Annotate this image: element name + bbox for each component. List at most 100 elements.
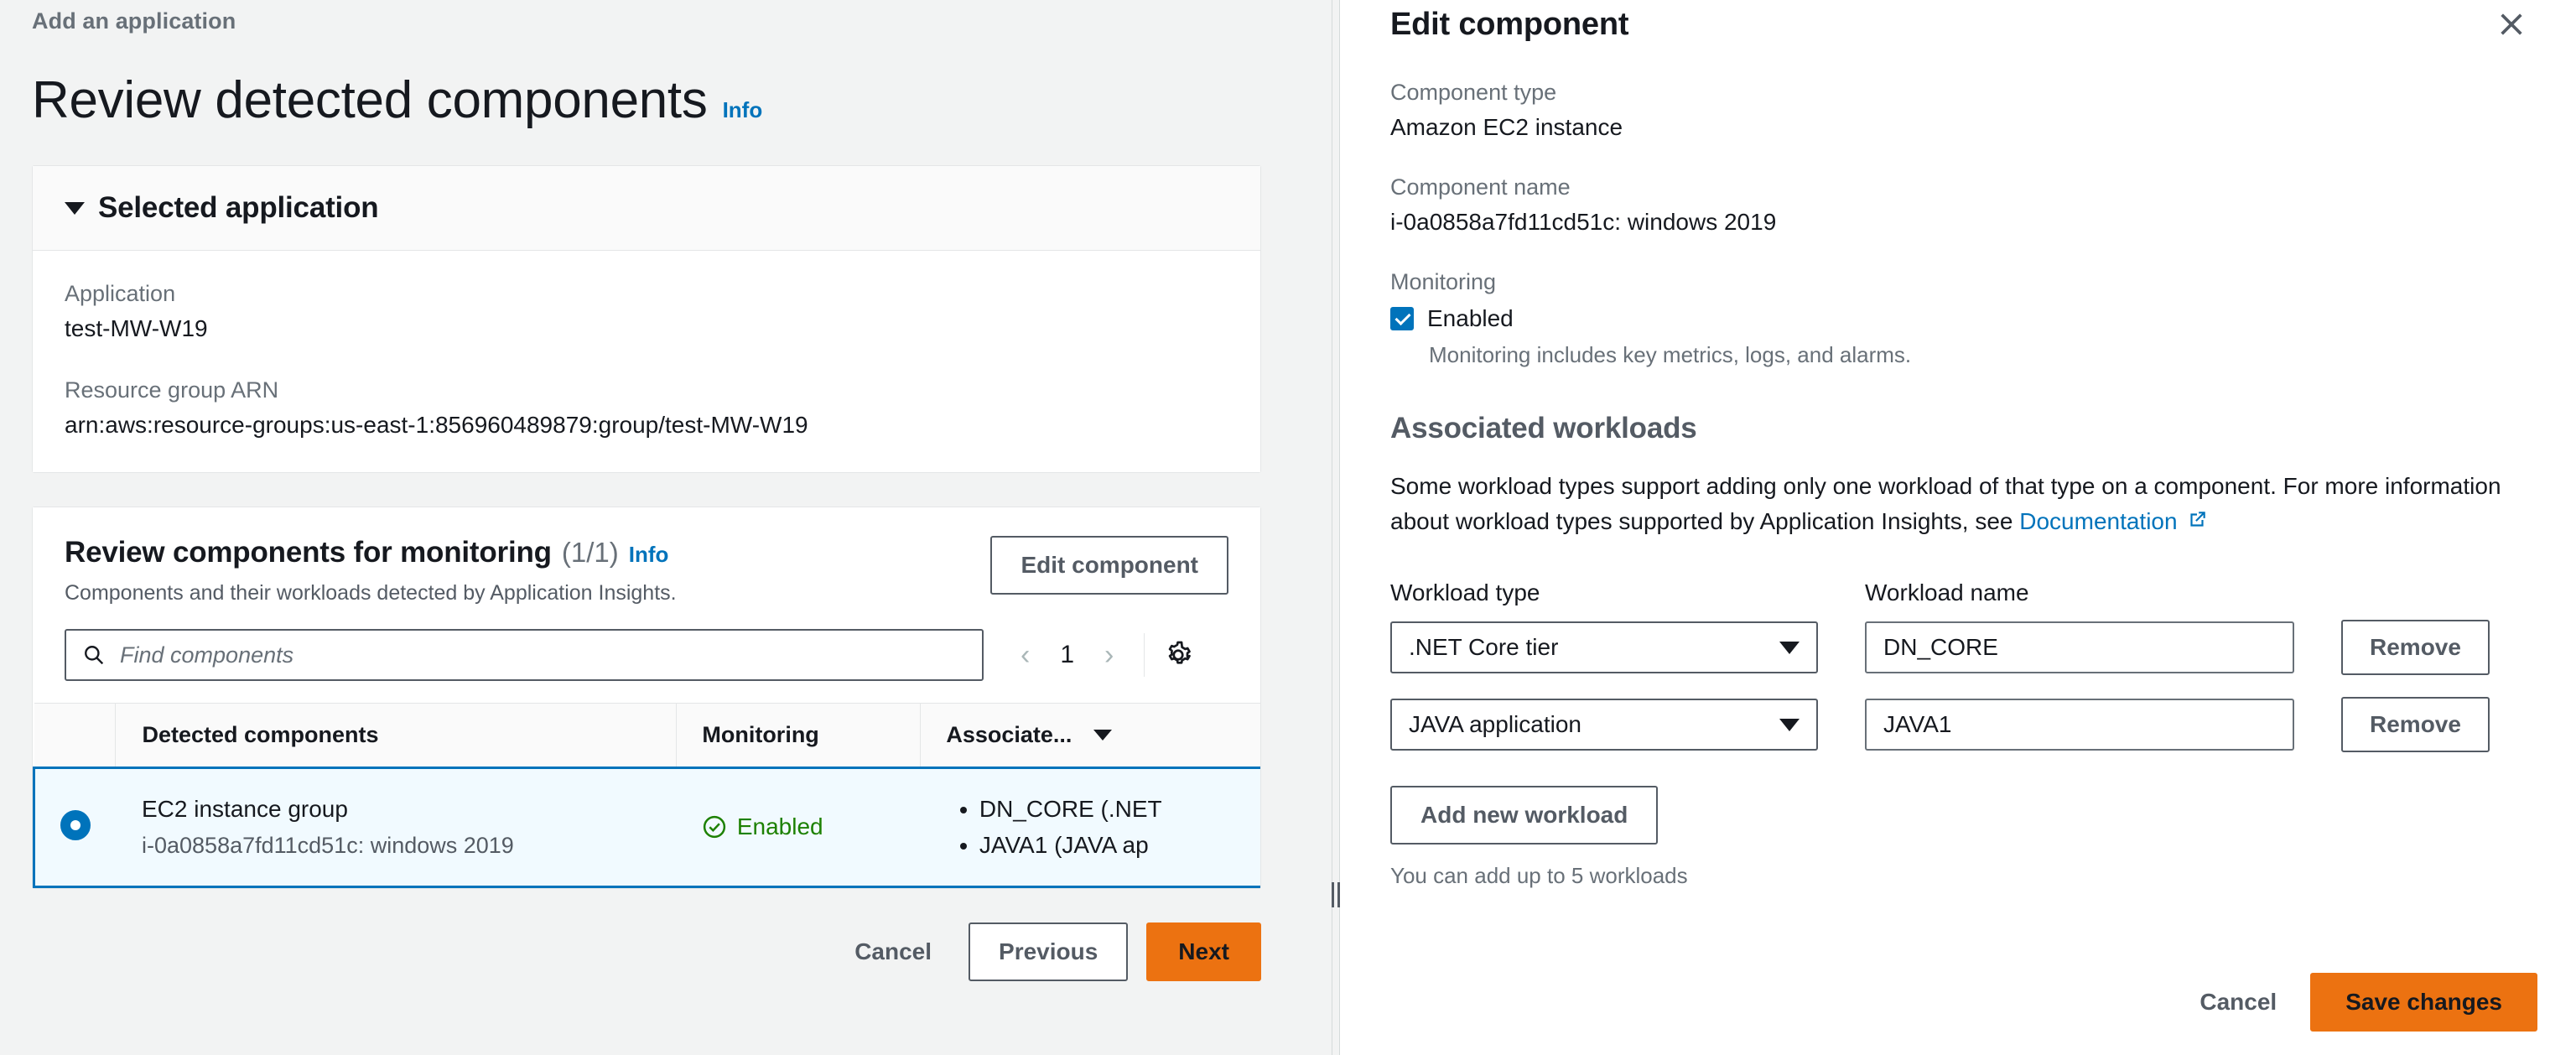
component-type-field: Component type Amazon EC2 instance [1390,80,2529,141]
table-header-associated-workloads[interactable]: Associate... [920,703,1260,768]
list-item: JAVA1 (JAVA ap [979,827,1260,863]
workload-type-select[interactable]: .NET Core tier [1390,621,1818,673]
workload-name-input[interactable]: JAVA1 [1865,699,2294,751]
pagination: ‹ 1 › [1009,637,1125,673]
table-toolbar: Find components ‹ 1 › [33,624,1260,703]
sort-descending-icon[interactable] [1093,730,1113,741]
review-components-description: Components and their workloads detected … [65,581,677,605]
monitoring-status-badge: Enabled [736,813,823,840]
search-placeholder: Find components [120,642,294,668]
pagination-previous-icon[interactable]: ‹ [1009,637,1041,673]
selected-application-body: Application test-MW-W19 Resource group A… [33,251,1260,472]
review-components-title: Review components for monitoring [65,536,552,569]
panel-cancel-button[interactable]: Cancel [2181,974,2295,1030]
table-header-monitoring[interactable]: Monitoring [676,703,921,768]
component-name: EC2 instance group [142,795,348,822]
row-detected-component-cell: EC2 instance group i-0a0858a7fd11cd51c: … [115,767,677,888]
search-input[interactable]: Find components [65,629,984,681]
page-title: Review detected components [32,71,708,129]
table-row[interactable]: EC2 instance group i-0a0858a7fd11cd51c: … [33,767,1260,888]
component-instance-id: i-0a0858a7fd11cd51c: windows 2019 [142,832,514,858]
workload-type-label: Workload type [1390,579,1540,605]
edit-component-button[interactable]: Edit component [990,536,1228,595]
table-body: EC2 instance group i-0a0858a7fd11cd51c: … [33,767,1260,888]
pagination-next-icon[interactable]: › [1093,637,1125,673]
search-icon [85,646,104,665]
chevron-down-icon [1779,718,1800,731]
selected-application-card: Selected application Application test-MW… [32,165,1261,473]
chevron-down-icon[interactable] [65,201,85,215]
workload-type-select[interactable]: JAVA application [1390,699,1818,751]
remove-workload-button[interactable]: Remove [2341,697,2490,752]
application-value: test-MW-W19 [65,315,208,341]
page-info-link[interactable]: Info [723,97,763,123]
panel-splitter[interactable] [1332,0,1340,1055]
row-associated-workloads-cell: DN_CORE (.NET JAVA1 (JAVA ap [920,767,1260,888]
component-type-label: Component type [1390,80,1557,105]
component-name-value: i-0a0858a7fd11cd51c: windows 2019 [1390,209,1777,235]
workload-row: JAVA application JAVA1 Remove [1390,697,2529,752]
splitter-grip-bar [1332,882,1334,907]
search-wrapper: Find components [65,629,984,681]
row-radio-button[interactable] [60,809,91,840]
selected-application-header[interactable]: Selected application [33,166,1260,251]
table-header-row: Detected components Monitoring Associate… [34,703,1260,768]
review-components-header: Review components for monitoring (1/1) I… [33,507,1260,624]
review-components-count: (1/1) [561,537,619,568]
workload-name-input[interactable]: DN_CORE [1865,621,2294,673]
workload-column-headers: Workload type Workload name [1390,579,2529,606]
remove-workload-button[interactable]: Remove [2341,620,2490,675]
edit-component-panel: Edit component Component type Amazon EC2… [1340,0,2576,1055]
monitoring-checkbox-row[interactable]: Enabled [1390,305,2529,332]
detected-components-table: Detected components Monitoring Associate… [33,703,1260,888]
associated-workloads-list: DN_CORE (.NET JAVA1 (JAVA ap [946,791,1260,864]
gear-icon [1169,641,1192,664]
settings-gear-button[interactable] [1163,640,1193,670]
monitoring-field: Monitoring Enabled Monitoring includes k… [1390,269,2529,368]
table-header-select [34,703,115,768]
workload-name-value: JAVA1 [1883,711,1952,737]
save-changes-button[interactable]: Save changes [2310,973,2537,1032]
component-type-value: Amazon EC2 instance [1390,114,1623,140]
review-components-card: Review components for monitoring (1/1) I… [32,507,1261,889]
page-title-row: Review detected components Info [32,75,1332,127]
splitter-drag-handle[interactable] [1332,882,1340,907]
cancel-button[interactable]: Cancel [836,924,950,980]
resource-group-arn-label: Resource group ARN [65,377,279,403]
next-button[interactable]: Next [1146,922,1261,981]
documentation-link[interactable]: Documentation [2019,508,2177,534]
description-text: Some workload types support adding only … [1390,473,2501,534]
workload-row: .NET Core tier DN_CORE Remove [1390,620,2529,675]
resource-group-arn-field: Resource group ARN arn:aws:resource-grou… [65,377,1228,439]
add-new-workload-button[interactable]: Add new workload [1390,786,1659,845]
app-screen: Add an application Review detected compo… [0,0,2576,1055]
chevron-down-icon [1779,641,1800,654]
row-select-cell[interactable] [33,767,115,888]
workload-type-value: .NET Core tier [1409,634,1559,660]
workload-name-label: Workload name [1865,579,2029,605]
review-components-info-link[interactable]: Info [629,542,669,568]
monitoring-help-text: Monitoring includes key metrics, logs, a… [1429,342,1912,367]
external-link-icon[interactable] [2186,510,2208,536]
associated-workloads-title: Associated workloads [1390,412,1697,444]
wizard-pane: Add an application Review detected compo… [0,0,1332,1055]
monitoring-checkbox[interactable] [1390,307,1414,330]
close-icon [2501,13,2522,35]
table-header-associated-label: Associate... [946,722,1072,747]
status-check-circle-icon [703,816,725,839]
panel-title: Edit component [1390,7,1629,42]
table-head: Detected components Monitoring Associate… [34,703,1260,768]
table-header-detected-components[interactable]: Detected components [114,703,677,768]
component-name-field: Component name i-0a0858a7fd11cd51c: wind… [1390,174,2529,236]
monitoring-label: Monitoring [1390,269,1497,294]
workload-name-value: DN_CORE [1883,634,1998,660]
pagination-page-number[interactable]: 1 [1050,637,1084,673]
panel-header: Edit component [1390,7,2529,46]
resource-group-arn-value: arn:aws:resource-groups:us-east-1:856960… [65,412,808,438]
close-panel-button[interactable] [2494,7,2529,46]
row-monitoring-cell: Enabled [676,767,921,888]
monitoring-checkbox-label: Enabled [1427,305,1514,331]
application-field: Application test-MW-W19 [65,281,1228,342]
previous-button[interactable]: Previous [969,922,1129,981]
breadcrumb[interactable]: Add an application [32,0,1332,34]
